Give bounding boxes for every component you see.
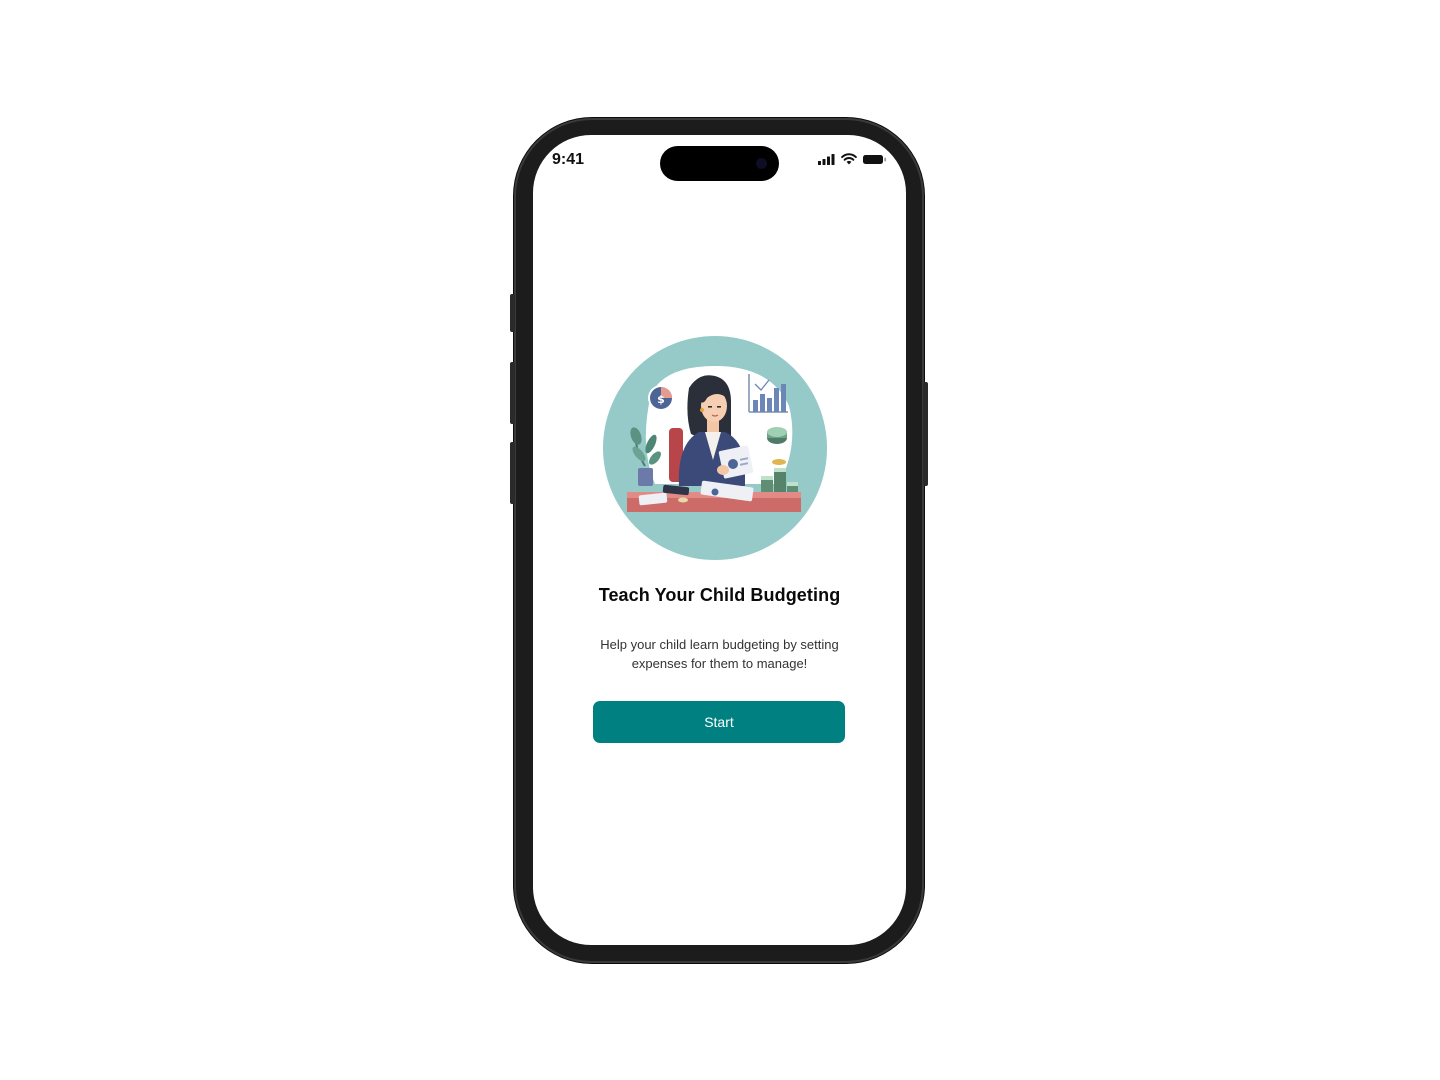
dollar-coin-icon: $ bbox=[648, 385, 674, 411]
battery-icon bbox=[863, 154, 887, 164]
mockup-stage: 9:41 $ Teach Your Child Budgeting Help y… bbox=[0, 0, 1440, 1080]
page-title: Teach Your Child Budgeting bbox=[598, 585, 841, 605]
phone-screen: 9:41 $ Teach Your Child Budgeting Help y… bbox=[533, 135, 906, 945]
wifi-icon bbox=[841, 153, 857, 165]
budgeting-illustration: $ bbox=[603, 336, 827, 560]
woman-budgeting-illustration: $ bbox=[627, 366, 801, 512]
page-description: Help your child learn budgeting by setti… bbox=[600, 637, 839, 671]
start-button[interactable]: Start bbox=[593, 701, 845, 743]
svg-text:$: $ bbox=[657, 393, 665, 406]
money-roll-icon bbox=[767, 427, 787, 444]
power-button bbox=[923, 382, 928, 486]
status-icons bbox=[818, 153, 887, 165]
status-time: 9:41 bbox=[552, 151, 585, 168]
action-button bbox=[510, 294, 515, 332]
volume-up-button bbox=[510, 362, 515, 424]
signal-icon bbox=[818, 153, 835, 165]
volume-down-button bbox=[510, 442, 515, 504]
camera-icon bbox=[756, 158, 767, 169]
dynamic-island bbox=[660, 146, 779, 181]
